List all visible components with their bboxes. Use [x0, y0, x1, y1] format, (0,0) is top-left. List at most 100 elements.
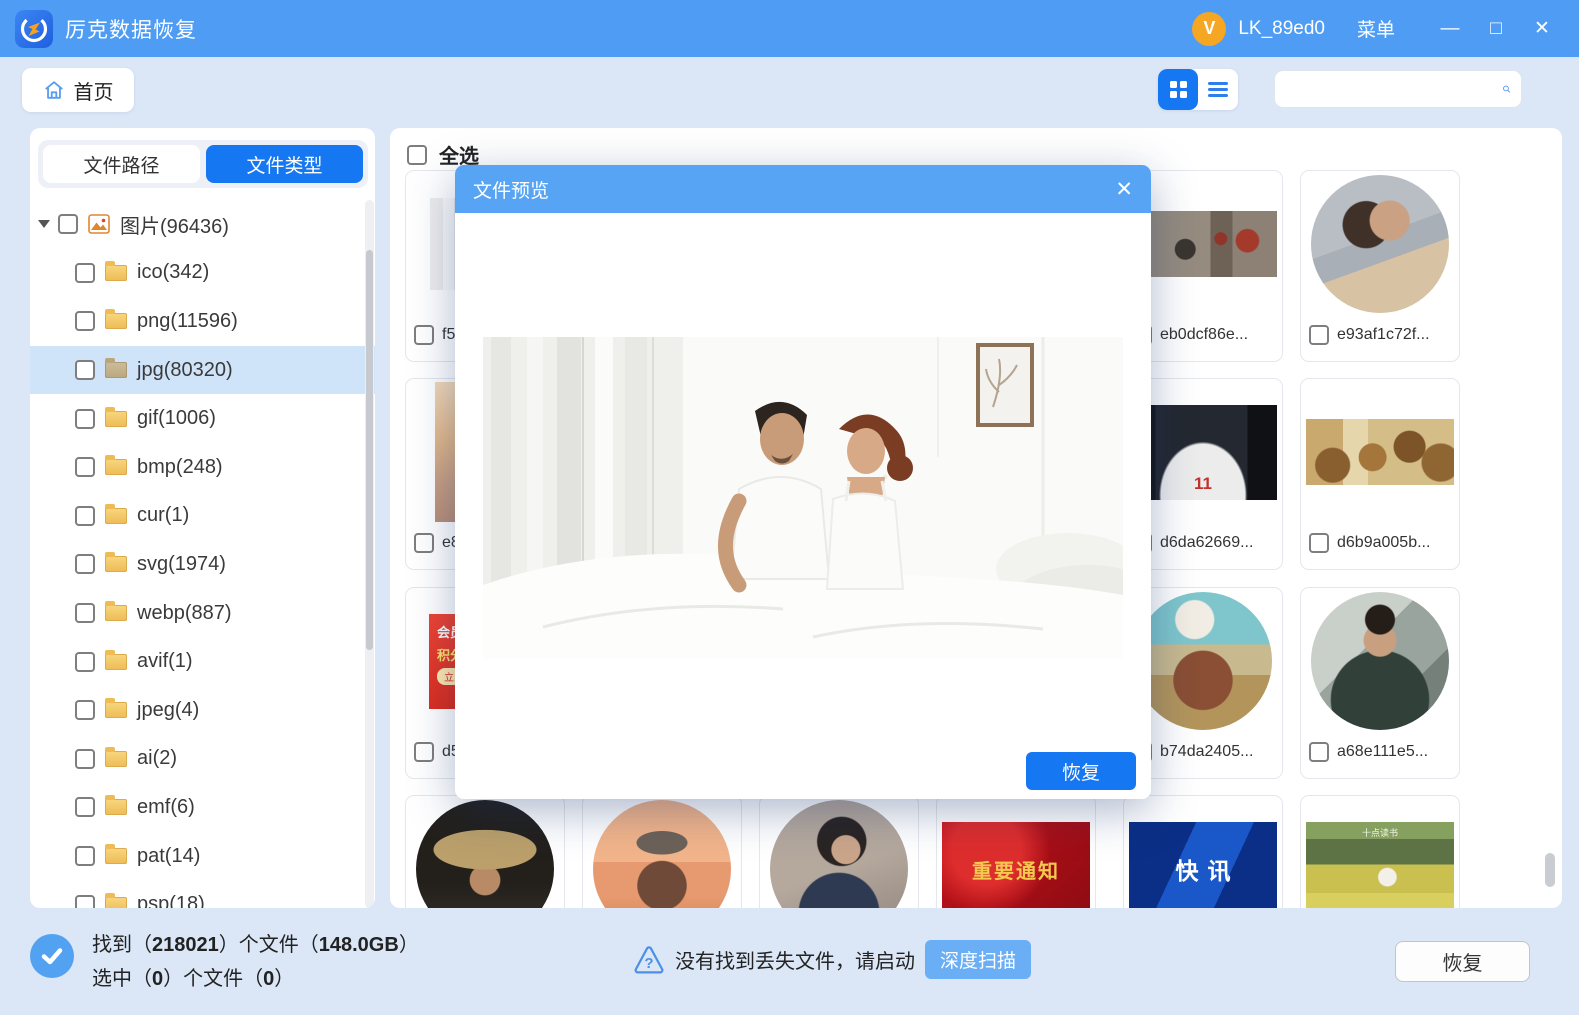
search-icon[interactable] — [1502, 78, 1511, 100]
tree-checkbox[interactable] — [75, 797, 95, 817]
svg-text:?: ? — [644, 955, 653, 972]
tree-item-ai[interactable]: ai(2) — [30, 735, 375, 784]
tree-checkbox[interactable] — [75, 895, 95, 908]
user-avatar[interactable]: V — [1192, 12, 1226, 46]
tree-checkbox[interactable] — [75, 506, 95, 526]
tree-item-cur[interactable]: cur(1) — [30, 492, 375, 541]
tree-checkbox[interactable] — [75, 700, 95, 720]
tree-checkbox[interactable] — [75, 652, 95, 672]
folder-icon — [105, 702, 127, 718]
tree-checkbox[interactable] — [75, 749, 95, 769]
tree-checkbox[interactable] — [75, 457, 95, 477]
app-logo-icon — [15, 10, 53, 48]
folder-icon — [105, 654, 127, 670]
file-card[interactable]: 重要通知 — [936, 795, 1096, 908]
minimize-button[interactable]: — — [1433, 18, 1467, 40]
tree-item-label: jpeg(4) — [137, 699, 199, 722]
preview-image — [483, 337, 1123, 659]
file-name: e93af1c72f... — [1337, 326, 1430, 344]
tree-item-png[interactable]: png(11596) — [30, 297, 375, 346]
grid-view-icon — [1170, 81, 1187, 98]
file-card[interactable]: d6b9a005b... — [1300, 378, 1460, 570]
tree-item-svg[interactable]: svg(1974) — [30, 540, 375, 589]
search-box — [1274, 70, 1522, 108]
sidebar-scrollbar[interactable] — [365, 200, 374, 908]
tree-item-ico[interactable]: ico(342) — [30, 249, 375, 298]
home-button[interactable]: 首页 — [22, 68, 134, 112]
modal-header: 文件预览 ✕ — [455, 165, 1151, 213]
folder-icon — [105, 605, 127, 621]
file-checkbox[interactable] — [414, 325, 434, 345]
tree-item-bmp[interactable]: bmp(248) — [30, 443, 375, 492]
username[interactable]: LK_89ed0 — [1238, 18, 1325, 40]
file-card[interactable]: 快讯 — [1123, 795, 1283, 908]
file-name: d6b9a005b... — [1337, 534, 1430, 552]
file-name: f5 — [442, 326, 455, 344]
tree-checkbox[interactable] — [75, 409, 95, 429]
file-card[interactable] — [759, 795, 919, 908]
file-card[interactable] — [405, 795, 565, 908]
folder-icon — [105, 411, 127, 427]
list-view-button[interactable] — [1198, 69, 1238, 110]
deep-scan-button[interactable]: 深度扫描 — [925, 940, 1031, 979]
thumbnail-sunset-woman — [593, 800, 731, 908]
tree-item-jpeg[interactable]: jpeg(4) — [30, 686, 375, 735]
file-card[interactable]: a68e111e5... — [1300, 587, 1460, 779]
tree-item-pat[interactable]: pat(14) — [30, 832, 375, 881]
file-checkbox[interactable] — [414, 533, 434, 553]
close-button[interactable]: ✕ — [1525, 17, 1559, 40]
tree-item-psp[interactable]: psp(18) — [30, 880, 375, 908]
file-checkbox[interactable] — [414, 742, 434, 762]
file-checkbox[interactable] — [1309, 742, 1329, 762]
modal-recover-button[interactable]: 恢复 — [1026, 752, 1136, 790]
file-checkbox[interactable] — [1309, 533, 1329, 553]
deep-scan-hint: 没有找到丢失文件，请启动 — [675, 945, 915, 974]
file-checkbox[interactable] — [1309, 325, 1329, 345]
list-view-icon — [1208, 82, 1228, 97]
check-circle-icon — [30, 934, 74, 978]
tree-checkbox[interactable] — [75, 311, 95, 331]
tree-item-gif[interactable]: gif(1006) — [30, 394, 375, 443]
close-icon[interactable]: ✕ — [1115, 177, 1133, 202]
file-card[interactable]: e93af1c72f... — [1300, 170, 1460, 362]
tab-file-path[interactable]: 文件路径 — [43, 145, 200, 183]
file-name: d6da62669... — [1160, 534, 1253, 552]
folder-icon — [105, 799, 127, 815]
tree-item-jpg[interactable]: jpg(80320) — [30, 346, 375, 395]
results-scrollbar-thumb[interactable] — [1545, 853, 1555, 887]
tree-item-images[interactable]: 图片(96436) — [30, 200, 375, 249]
menu-button[interactable]: 菜单 — [1357, 15, 1395, 42]
tree-item-emf[interactable]: emf(6) — [30, 783, 375, 832]
tree-item-label: pat(14) — [137, 845, 200, 868]
app-title: 厉克数据恢复 — [65, 14, 197, 44]
file-card[interactable]: 十点读书 — [1300, 795, 1460, 908]
tree-checkbox-images[interactable] — [58, 214, 78, 234]
file-name: b74da2405... — [1160, 743, 1253, 761]
sidebar-scrollbar-thumb[interactable] — [366, 250, 373, 650]
tree-checkbox[interactable] — [75, 603, 95, 623]
select-all-checkbox[interactable] — [407, 145, 427, 165]
tree-checkbox[interactable] — [75, 360, 95, 380]
search-input[interactable] — [1275, 71, 1502, 107]
tree-item-label: psp(18) — [137, 893, 205, 908]
tree-item-label: avif(1) — [137, 650, 193, 673]
grid-view-button[interactable] — [1158, 69, 1198, 110]
tab-file-type[interactable]: 文件类型 — [206, 145, 363, 183]
thumbnail-food-dishes — [1306, 419, 1454, 485]
recover-button[interactable]: 恢复 — [1395, 941, 1530, 982]
file-card[interactable] — [582, 795, 742, 908]
tree-item-avif[interactable]: avif(1) — [30, 637, 375, 686]
thumbnail-basketball-player: 11 — [1129, 405, 1277, 500]
tree-checkbox[interactable] — [75, 554, 95, 574]
sidebar-tabs: 文件路径 文件类型 — [38, 140, 368, 188]
tree-item-label: emf(6) — [137, 796, 195, 819]
tree-checkbox[interactable] — [75, 846, 95, 866]
maximize-button[interactable]: □ — [1479, 18, 1513, 40]
watermark-text: 十点读书 — [1306, 826, 1454, 839]
tree-item-label: 图片(96436) — [120, 210, 229, 239]
view-toggle — [1158, 69, 1238, 110]
expander-icon[interactable] — [38, 220, 50, 228]
tree-item-webp[interactable]: webp(887) — [30, 589, 375, 638]
image-type-icon — [88, 213, 110, 235]
tree-checkbox[interactable] — [75, 263, 95, 283]
